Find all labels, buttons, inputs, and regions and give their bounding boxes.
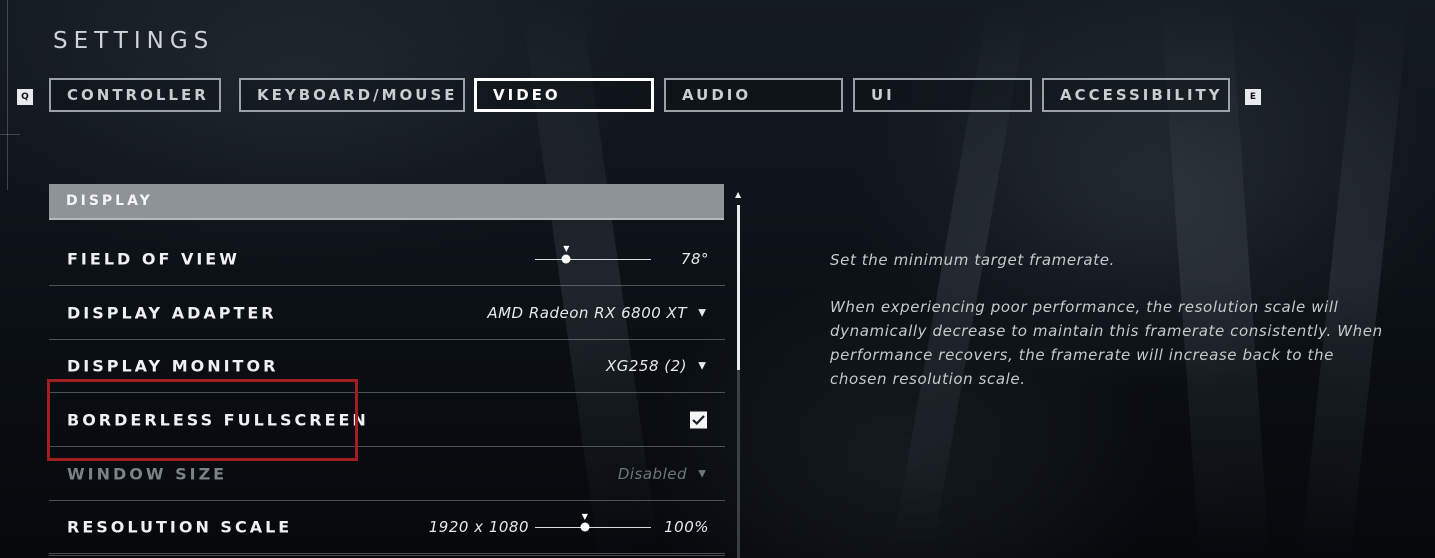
settings-screen: SETTINGS Q CONTROLLER KEYBOARD/MOUSE VID… xyxy=(0,0,1435,558)
next-tab-key[interactable]: E xyxy=(1245,89,1261,105)
setting-label: WINDOW SIZE xyxy=(67,464,228,484)
frame-line xyxy=(7,0,8,190)
slider-marker-icon: ▼ xyxy=(581,512,588,521)
fov-slider-thumb[interactable] xyxy=(561,254,571,264)
background-streak xyxy=(1300,0,1410,558)
setting-label: DISPLAY ADAPTER xyxy=(67,303,277,323)
prev-tab-key[interactable]: Q xyxy=(17,89,33,105)
dropdown-arrow-icon[interactable]: ▼ xyxy=(698,361,706,372)
setting-label: FIELD OF VIEW xyxy=(67,249,240,269)
tab-accessibility[interactable]: ACCESSIBILITY xyxy=(1042,78,1230,112)
slider-marker-icon: ▼ xyxy=(563,244,570,253)
section-header-display: DISPLAY xyxy=(49,184,724,220)
dropdown-arrow-icon: ▼ xyxy=(698,468,706,480)
window-size-value: Disabled xyxy=(617,465,687,483)
setting-label: DISPLAY MONITOR xyxy=(67,356,279,376)
scrollbar-thumb[interactable] xyxy=(737,205,740,370)
tab-ui[interactable]: UI xyxy=(853,78,1032,112)
setting-row-resolution-scale[interactable]: RESOLUTION SCALE 1920 x 1080 ▼ 100% xyxy=(49,501,725,554)
setting-row-window-size: WINDOW SIZE Disabled ▼ xyxy=(49,448,725,501)
description-line: chosen resolution scale. xyxy=(830,370,1026,388)
fov-value: 78° xyxy=(680,250,709,268)
setting-row-field-of-view[interactable]: FIELD OF VIEW ▼ 78° xyxy=(49,233,725,286)
resolution-value: 1920 x 1080 xyxy=(428,518,529,536)
tab-audio[interactable]: AUDIO xyxy=(664,78,843,112)
resolution-scale-slider-thumb[interactable] xyxy=(580,522,590,532)
fov-slider-track[interactable] xyxy=(535,259,651,260)
row-divider xyxy=(49,555,725,556)
scroll-up-icon[interactable]: ▲ xyxy=(735,190,741,199)
frame-line xyxy=(0,134,20,135)
borderless-fullscreen-checkbox[interactable] xyxy=(690,411,707,429)
setting-row-display-adapter[interactable]: DISPLAY ADAPTER AMD Radeon RX 6800 XT ▼ xyxy=(49,287,725,340)
setting-label: BORDERLESS FULLSCREEN xyxy=(67,410,369,430)
display-monitor-value: XG258 (2) xyxy=(605,357,687,375)
tab-keyboard-mouse[interactable]: KEYBOARD/MOUSE xyxy=(239,78,465,112)
setting-label: RESOLUTION SCALE xyxy=(67,517,293,537)
setting-row-display-monitor[interactable]: DISPLAY MONITOR XG258 (2) ▼ xyxy=(49,340,725,393)
description-line: dynamically decrease to maintain this fr… xyxy=(830,322,1383,340)
checkmark-icon xyxy=(692,415,705,426)
description-line: Set the minimum target framerate. xyxy=(830,251,1115,269)
resolution-scale-value: 100% xyxy=(664,518,709,536)
display-adapter-value: AMD Radeon RX 6800 XT xyxy=(487,304,687,322)
tab-video[interactable]: VIDEO xyxy=(474,78,654,112)
resolution-scale-slider-track[interactable] xyxy=(535,527,651,528)
description-line: performance recovers, the framerate will… xyxy=(830,346,1334,364)
page-title: SETTINGS xyxy=(53,28,215,54)
description-line: When experiencing poor performance, the … xyxy=(830,298,1339,316)
dropdown-arrow-icon[interactable]: ▼ xyxy=(698,308,706,319)
tab-controller[interactable]: CONTROLLER xyxy=(49,78,221,112)
setting-row-borderless-fullscreen[interactable]: BORDERLESS FULLSCREEN xyxy=(49,394,725,447)
